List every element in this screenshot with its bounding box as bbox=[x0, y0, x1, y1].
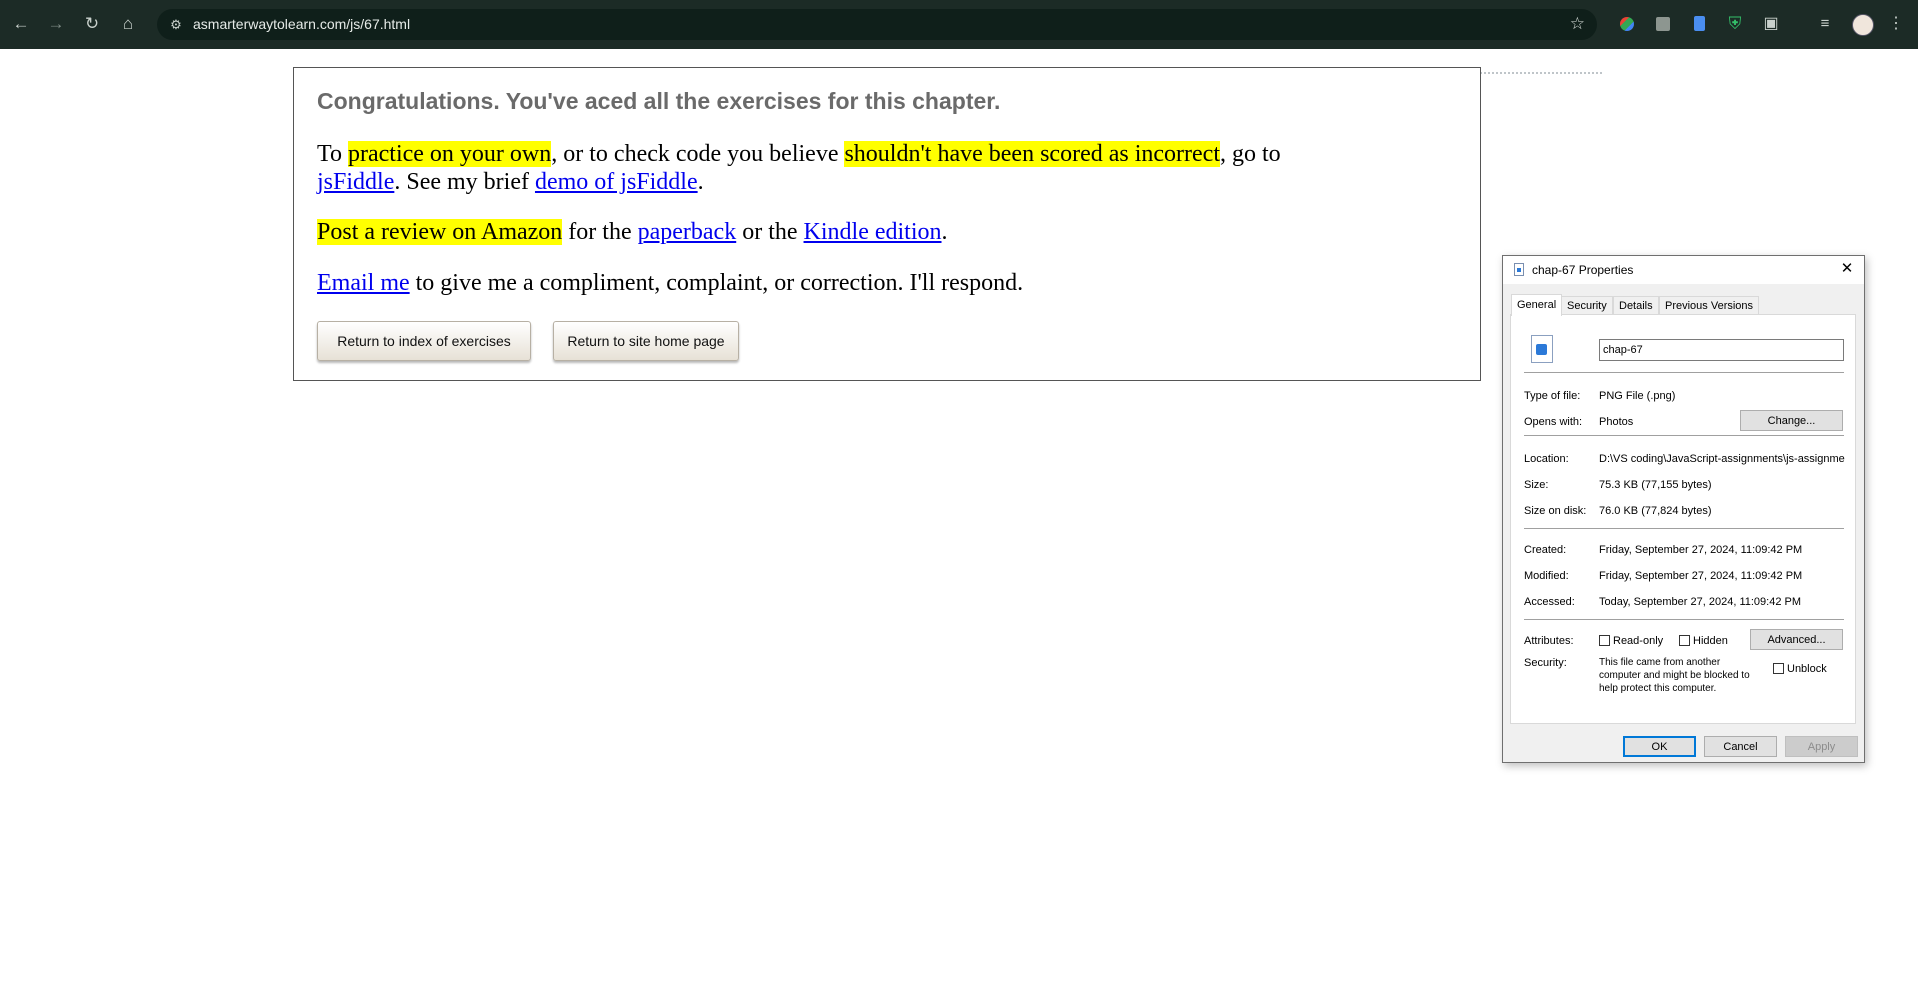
separator bbox=[1524, 619, 1844, 620]
dialog-title: chap-67 Properties bbox=[1532, 263, 1634, 277]
modified-value: Friday, September 27, 2024, 11:09:42 PM bbox=[1599, 570, 1803, 582]
docs-extension-icon[interactable] bbox=[1694, 16, 1705, 31]
paperback-link[interactable]: paperback bbox=[638, 219, 737, 245]
congrats-panel: Congratulations. You've aced all the exe… bbox=[293, 67, 1481, 381]
site-info-icon[interactable]: ⚙ bbox=[166, 15, 186, 35]
size-label: Size: bbox=[1524, 479, 1549, 491]
text-span: . bbox=[697, 169, 704, 195]
jsfiddle-link[interactable]: jsFiddle bbox=[317, 169, 394, 195]
puzzle-extensions-icon[interactable]: ▣ bbox=[1762, 15, 1780, 33]
apply-button[interactable]: Apply bbox=[1785, 736, 1858, 757]
ok-button[interactable]: OK bbox=[1623, 736, 1696, 757]
review-paragraph: Post a review on Amazon for the paperbac… bbox=[317, 218, 948, 246]
properties-dialog: chap-67 Properties ✕ General Security De… bbox=[1502, 255, 1865, 763]
reading-list-icon[interactable]: ≡ bbox=[1816, 15, 1834, 33]
demo-jsfiddle-link[interactable]: demo of jsFiddle bbox=[535, 169, 698, 195]
separator bbox=[1524, 528, 1844, 529]
checkbox-box[interactable] bbox=[1773, 663, 1784, 674]
email-paragraph: Email me to give me a compliment, compla… bbox=[317, 269, 1023, 297]
security-label: Security: bbox=[1524, 657, 1567, 669]
size-on-disk-value: 76.0 KB (77,824 bytes) bbox=[1599, 505, 1712, 517]
profile-avatar[interactable] bbox=[1852, 14, 1874, 36]
google-lens-icon[interactable] bbox=[1620, 17, 1634, 31]
return-index-button[interactable]: Return to index of exercises bbox=[317, 321, 531, 361]
opens-with-value: Photos bbox=[1599, 416, 1634, 428]
close-icon[interactable]: ✕ bbox=[1838, 260, 1856, 278]
created-value: Friday, September 27, 2024, 11:09:42 PM bbox=[1599, 544, 1803, 556]
shield-extension-icon[interactable]: ⛨ bbox=[1726, 15, 1744, 33]
type-label: Type of file: bbox=[1524, 390, 1581, 402]
extension-gray-icon[interactable] bbox=[1656, 17, 1670, 31]
text-span: , go to bbox=[1219, 141, 1281, 167]
highlight-incorrect: shouldn't have been scored as incorrect bbox=[844, 141, 1220, 167]
kindle-edition-link[interactable]: Kindle edition bbox=[804, 219, 942, 245]
back-arrow-icon[interactable]: ← bbox=[8, 11, 34, 37]
reload-icon[interactable]: ↻ bbox=[79, 11, 105, 37]
attributes-label: Attributes: bbox=[1524, 635, 1574, 647]
file-name-input[interactable] bbox=[1599, 339, 1844, 361]
text-span: or the bbox=[736, 219, 804, 245]
size-value: 75.3 KB (77,155 bytes) bbox=[1599, 479, 1712, 491]
practice-paragraph: To practice on your own, or to check cod… bbox=[317, 140, 1281, 196]
hidden-checkbox[interactable]: Hidden bbox=[1679, 635, 1728, 648]
separator bbox=[1524, 435, 1844, 436]
hidden-label: Hidden bbox=[1693, 635, 1728, 647]
file-icon bbox=[1514, 263, 1524, 276]
text-span: to give me a compliment, complaint, or c… bbox=[409, 270, 1024, 296]
checkbox-box[interactable] bbox=[1599, 635, 1610, 646]
page-heading: Congratulations. You've aced all the exe… bbox=[317, 88, 1001, 114]
highlight-review: Post a review on Amazon bbox=[317, 219, 563, 245]
bookmark-star-icon[interactable]: ☆ bbox=[1570, 14, 1585, 34]
kebab-menu-icon[interactable]: ⋮ bbox=[1887, 15, 1905, 33]
cancel-button[interactable]: Cancel bbox=[1704, 736, 1777, 757]
unblock-label: Unblock bbox=[1787, 663, 1827, 675]
type-value: PNG File (.png) bbox=[1599, 390, 1676, 402]
png-file-icon bbox=[1531, 335, 1553, 363]
tab-security[interactable]: Security bbox=[1561, 296, 1613, 315]
text-span: . bbox=[941, 219, 948, 245]
separator bbox=[1524, 372, 1844, 373]
text-span: To bbox=[317, 141, 348, 167]
modified-label: Modified: bbox=[1524, 570, 1569, 582]
readonly-label: Read-only bbox=[1613, 635, 1664, 647]
browser-toolbar: ← → ↻ ⌂ ⚙ asmarterwaytolearn.com/js/67.h… bbox=[0, 0, 1918, 49]
address-bar[interactable]: ⚙ asmarterwaytolearn.com/js/67.html ☆ bbox=[157, 9, 1597, 40]
unblock-checkbox[interactable]: Unblock bbox=[1773, 663, 1827, 676]
text-span: , or to check code you believe bbox=[551, 141, 845, 167]
accessed-label: Accessed: bbox=[1524, 596, 1575, 608]
text-span: for the bbox=[562, 219, 638, 245]
forward-arrow-icon[interactable]: → bbox=[43, 11, 69, 37]
security-message: This file came from another computer and… bbox=[1599, 657, 1750, 694]
tab-details[interactable]: Details bbox=[1613, 296, 1659, 315]
tab-previous-versions[interactable]: Previous Versions bbox=[1659, 296, 1760, 315]
return-home-button[interactable]: Return to site home page bbox=[553, 321, 739, 361]
size-on-disk-label: Size on disk: bbox=[1524, 505, 1587, 517]
tab-general[interactable]: General bbox=[1511, 294, 1563, 316]
general-panel: Type of file: PNG File (.png) Opens with… bbox=[1510, 314, 1856, 724]
highlight-practice: practice on your own bbox=[347, 141, 552, 167]
checkbox-box[interactable] bbox=[1679, 635, 1690, 646]
accessed-value: Today, September 27, 2024, 11:09:42 PM bbox=[1599, 596, 1802, 608]
location-value: D:\VS coding\JavaScript-assignments\js-a… bbox=[1599, 453, 1845, 465]
email-me-link[interactable]: Email me bbox=[317, 270, 410, 296]
dialog-titlebar[interactable]: chap-67 Properties ✕ bbox=[1503, 256, 1864, 284]
location-label: Location: bbox=[1524, 453, 1569, 465]
text-span: . See my brief bbox=[394, 169, 535, 195]
advanced-button[interactable]: Advanced... bbox=[1750, 629, 1843, 650]
url-text[interactable]: asmarterwaytolearn.com/js/67.html bbox=[193, 16, 410, 33]
created-label: Created: bbox=[1524, 544, 1567, 556]
home-icon[interactable]: ⌂ bbox=[115, 11, 141, 37]
opens-with-label: Opens with: bbox=[1524, 416, 1583, 428]
readonly-checkbox[interactable]: Read-only bbox=[1599, 635, 1663, 648]
change-button[interactable]: Change... bbox=[1740, 410, 1843, 431]
